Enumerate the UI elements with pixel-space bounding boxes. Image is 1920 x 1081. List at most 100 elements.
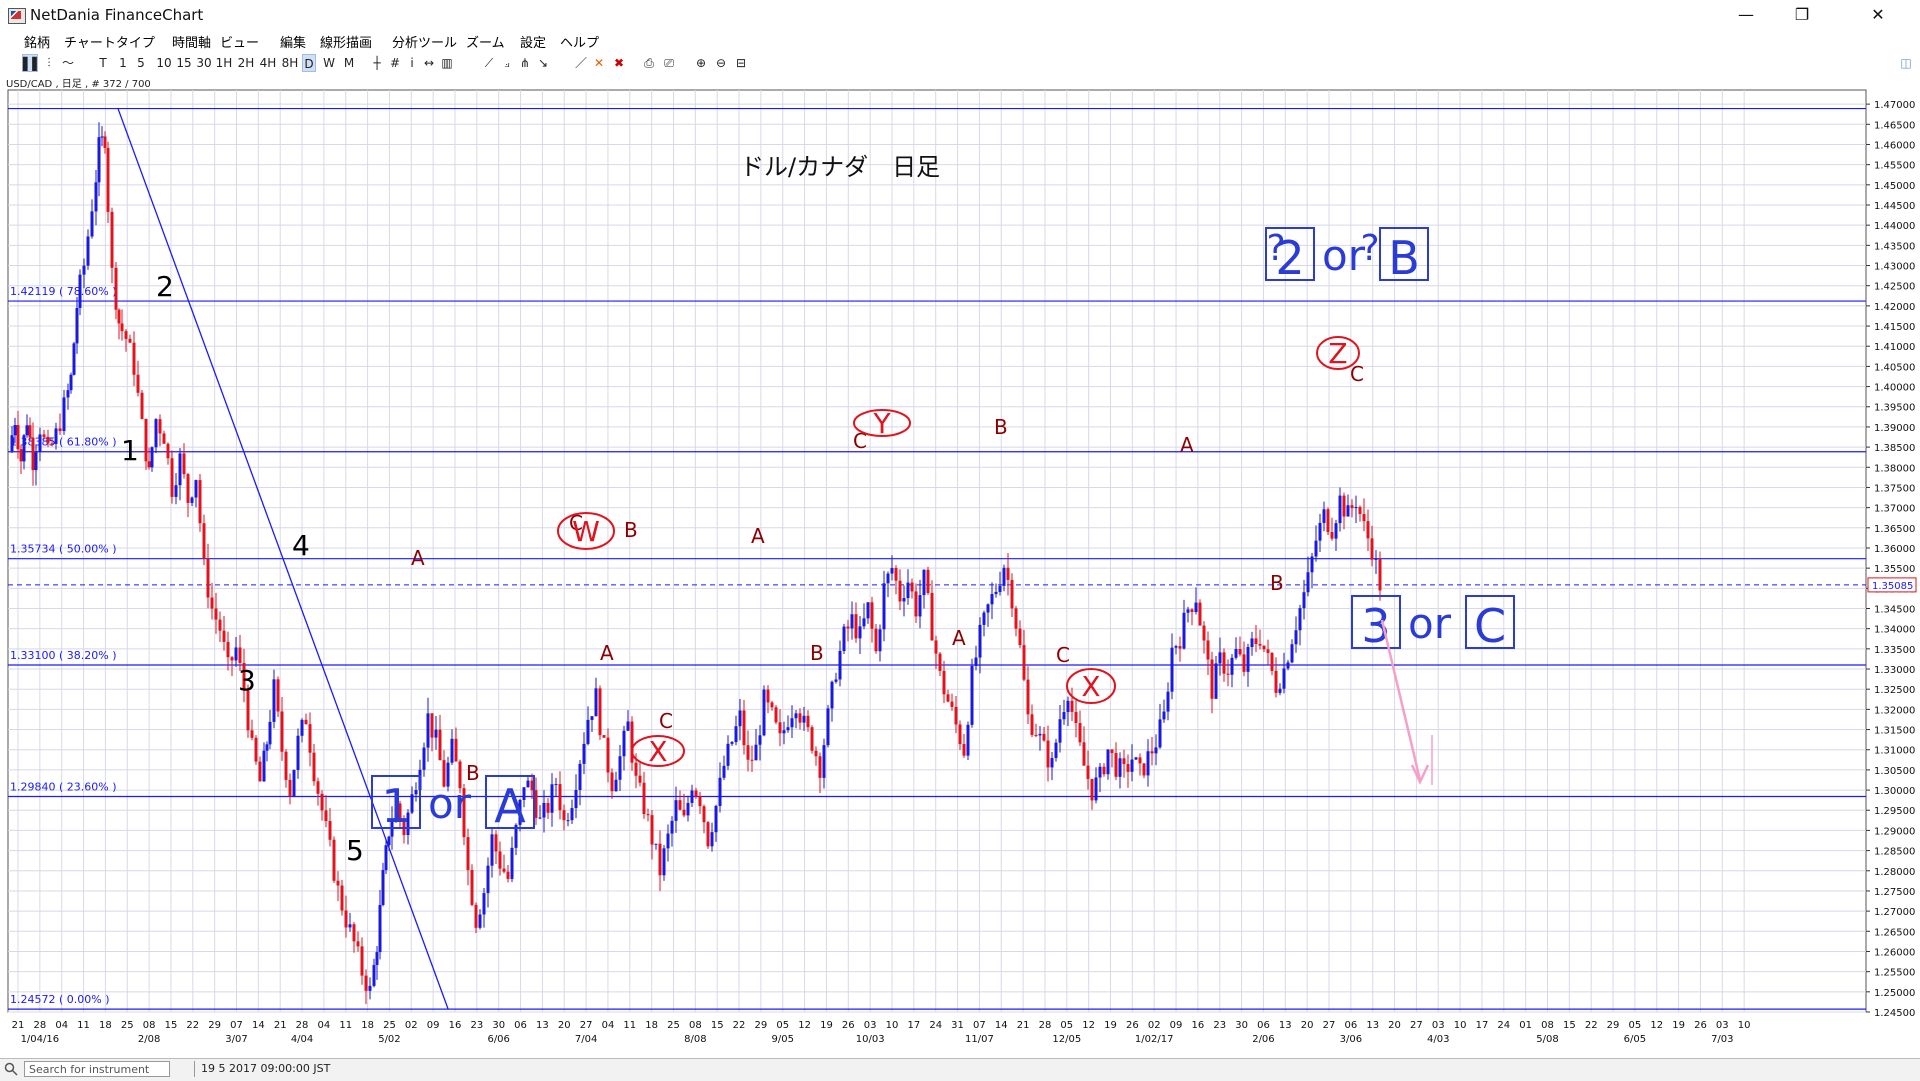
- x-tick-label: 16: [1192, 1020, 1205, 1031]
- wave-label: A: [411, 546, 425, 570]
- price-chart[interactable]: 1.47000 1.46500 1.46000 1.45500 1.45000 1.445…: [0, 0, 1920, 1058]
- candle-body: [1094, 777, 1098, 801]
- candle-body: [1166, 691, 1170, 712]
- x-tick-label: 01: [1519, 1020, 1532, 1031]
- candle-body: [1198, 602, 1202, 626]
- x-tick-label: 29: [208, 1020, 221, 1031]
- y-tick-label: 1.36000: [1874, 544, 1915, 555]
- candle-body: [1102, 766, 1106, 775]
- candle-body: [958, 724, 962, 745]
- x-tick-label: 12: [1082, 1020, 1095, 1031]
- candle-body: [1342, 495, 1346, 517]
- candle-body: [1022, 645, 1026, 680]
- candle-body: [454, 738, 458, 762]
- candle-body: [103, 136, 107, 148]
- candle-body: [150, 447, 154, 468]
- x-tick-label: 30: [492, 1020, 505, 1031]
- y-tick-label: 1.41500: [1874, 322, 1915, 333]
- candle-body: [328, 821, 332, 840]
- candle-body: [1058, 719, 1062, 743]
- candle-body: [834, 679, 838, 682]
- x-tick-label: 27: [580, 1020, 593, 1031]
- candle-body: [906, 582, 910, 599]
- x-tick-label: 11: [623, 1020, 636, 1031]
- candle-body: [842, 626, 846, 651]
- candle-body: [10, 435, 14, 452]
- candle-body: [50, 443, 54, 445]
- candle-body: [802, 715, 806, 723]
- candle-body: [998, 585, 1002, 592]
- candle-body: [1358, 507, 1362, 515]
- x-month-label: 12/05: [1052, 1034, 1081, 1045]
- x-month-label: 3/06: [1340, 1034, 1362, 1045]
- candle-body: [62, 397, 66, 432]
- candle-body: [774, 707, 778, 723]
- candle-body: [1266, 649, 1270, 654]
- instrument-search-input[interactable]: Search for instrument: [24, 1061, 170, 1077]
- y-tick-label: 1.46500: [1874, 120, 1915, 131]
- fib-label: 1.35734 ( 50.00% ): [10, 543, 117, 556]
- candle-body: [387, 836, 391, 846]
- candle-body: [1086, 765, 1090, 779]
- candle-body: [1130, 759, 1134, 772]
- candle-body: [186, 474, 190, 503]
- candle-body: [1074, 711, 1078, 724]
- candle-body: [162, 433, 166, 444]
- candle-body: [198, 480, 202, 524]
- y-tick-label: 1.24500: [1874, 1008, 1915, 1019]
- x-month-label: 1/04/16: [21, 1034, 60, 1045]
- candle-body: [1090, 778, 1094, 801]
- candle-body: [1066, 700, 1070, 713]
- candle-body: [650, 815, 654, 845]
- circled-wave-label: Z: [1328, 337, 1347, 370]
- x-tick-label: 28: [33, 1020, 46, 1031]
- candle-body: [1234, 648, 1238, 658]
- candle-body: [1262, 645, 1266, 650]
- candle-body: [82, 265, 86, 275]
- candle-body: [72, 343, 76, 375]
- x-month-label: 7/04: [575, 1034, 597, 1045]
- candle-body: [1146, 751, 1150, 776]
- x-tick-label: 27: [1410, 1020, 1423, 1031]
- candle-body: [1278, 688, 1282, 693]
- candle-body: [100, 136, 104, 138]
- candle-body: [1378, 558, 1382, 591]
- wave-label: A: [1180, 433, 1194, 457]
- candle-body: [1118, 758, 1122, 777]
- candle-body: [558, 784, 562, 811]
- x-tick-label: 18: [645, 1020, 658, 1031]
- y-tick-label: 1.38000: [1874, 463, 1915, 474]
- candle-body: [66, 390, 70, 398]
- candle-body: [622, 730, 626, 757]
- x-tick-label: 20: [1301, 1020, 1314, 1031]
- candle-body: [1214, 663, 1218, 699]
- candle-body: [922, 569, 926, 596]
- wave-label: C: [659, 709, 673, 733]
- candle-body: [1282, 668, 1286, 689]
- y-tick-label: 1.32000: [1874, 705, 1915, 716]
- wave-label: 3: [238, 664, 256, 697]
- x-tick-label: 15: [165, 1020, 178, 1031]
- candle-body: [69, 374, 73, 391]
- x-month-label: 6/06: [487, 1034, 509, 1045]
- candle-body: [718, 777, 722, 806]
- candle-body: [1206, 640, 1210, 660]
- candle-body: [894, 568, 898, 581]
- y-tick-label: 1.25000: [1874, 988, 1915, 999]
- y-tick-label: 1.33500: [1874, 645, 1915, 656]
- candle-body: [898, 580, 902, 602]
- x-tick-label: 19: [820, 1020, 833, 1031]
- candle-body: [1138, 757, 1142, 764]
- candle-body: [226, 641, 230, 658]
- candle-body: [570, 808, 574, 821]
- candle-body: [1162, 711, 1166, 720]
- candle-body: [120, 323, 124, 332]
- y-tick-label: 1.38500: [1874, 443, 1915, 454]
- x-tick-label: 17: [1476, 1020, 1489, 1031]
- candle-body: [714, 805, 718, 833]
- candle-body: [250, 730, 254, 738]
- x-tick-label: 13: [1366, 1020, 1379, 1031]
- candle-body: [422, 747, 426, 770]
- candle-body: [594, 688, 598, 717]
- x-tick-label: 28: [1039, 1020, 1052, 1031]
